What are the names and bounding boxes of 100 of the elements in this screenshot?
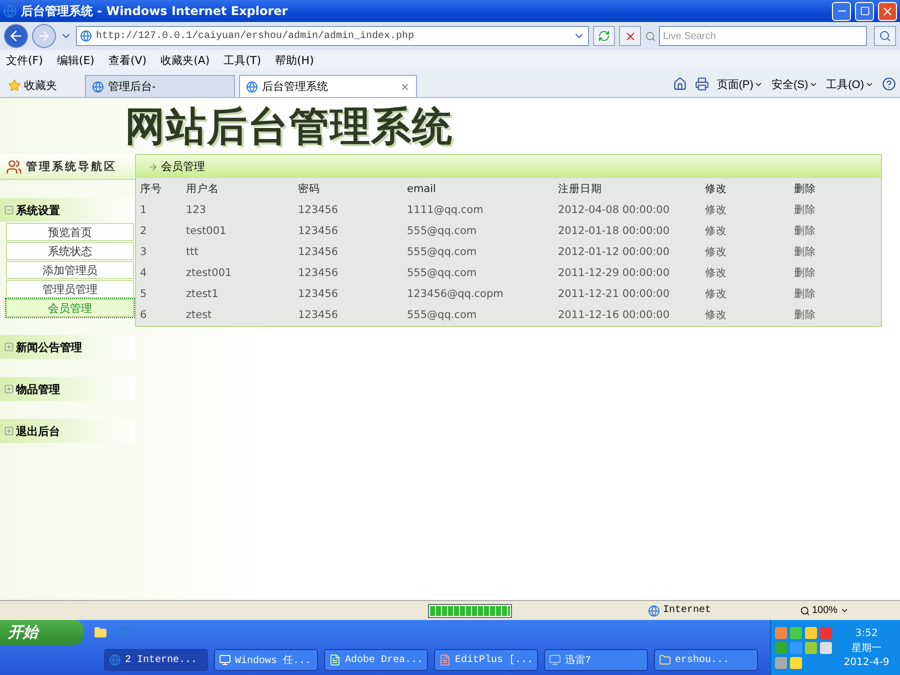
taskbar-button[interactable]: ershou... [654, 649, 758, 671]
back-button[interactable] [4, 24, 28, 48]
zone-label: Internet [648, 604, 758, 616]
forward-button[interactable] [32, 24, 56, 48]
table-cell-text: ztest001 [186, 266, 233, 280]
menu-item[interactable]: 收藏夹(A) [160, 52, 210, 68]
table-cell-text: 2011-12-29 00:00:00 [558, 266, 671, 280]
table-cell-text: 1 [140, 202, 148, 218]
panel-title: 会员管理 [161, 159, 205, 174]
search-field[interactable]: Live Search [659, 26, 867, 46]
table-cell-text: ztest1 [186, 286, 220, 302]
close-button[interactable] [878, 2, 897, 20]
tray-icon[interactable] [805, 642, 817, 654]
menu-item[interactable]: 帮助(H) [275, 52, 314, 68]
forward-icon [37, 29, 51, 43]
search-button[interactable] [874, 26, 896, 46]
home-icon [672, 77, 687, 91]
stop-button[interactable] [619, 26, 641, 46]
table-link[interactable]: 删除 [794, 283, 877, 304]
menu-item[interactable]: 查看(V) [108, 52, 147, 68]
table-cell-text: 123456 [298, 266, 340, 280]
taskbar-button[interactable]: EditPlus [... [434, 649, 538, 671]
nav-section[interactable]: 新闻公告管理 [0, 335, 135, 359]
table-link[interactable]: 修改 [705, 241, 794, 262]
table-cell-text: 555@qq.com [407, 244, 478, 260]
collapse-icon [4, 205, 14, 215]
command-menu[interactable]: 页面(P) [716, 76, 764, 92]
command-menu[interactable]: 工具(O) [826, 76, 874, 92]
nav-item[interactable]: 会员管理 [6, 299, 134, 317]
table-cell-text: 2012-01-18 00:00:00 [558, 224, 671, 238]
table-link[interactable]: 删除 [794, 199, 877, 220]
close-icon[interactable] [400, 82, 410, 92]
favorites-button[interactable]: 收藏夹 [4, 73, 61, 97]
minimize-button[interactable] [832, 2, 851, 20]
address-field[interactable]: http://127.0.0.1/caiyuan/ershou/admin/admin_index.php [76, 26, 589, 46]
table-link[interactable]: 修改 [705, 283, 794, 304]
nav-item[interactable]: 系统状态 [6, 242, 134, 260]
zoom-button[interactable]: 100% [794, 604, 855, 617]
printer-icon [694, 77, 709, 91]
tray-icon[interactable] [790, 656, 802, 668]
zoom-icon [800, 606, 810, 616]
nav-item[interactable]: 添加管理员 [6, 261, 134, 279]
help-button[interactable] [882, 77, 896, 91]
table-cell-text: 5 [140, 286, 148, 302]
table-link[interactable]: 修改 [705, 262, 794, 283]
table-link[interactable]: 修改 [705, 199, 794, 220]
column-header: 注册日期 [558, 182, 603, 196]
maximize-button[interactable] [855, 2, 874, 20]
maximize-icon [860, 6, 870, 16]
menu-item[interactable]: 编辑(E) [56, 52, 94, 68]
table-link[interactable]: 修改 [705, 220, 794, 241]
table-cell-text: 3 [140, 244, 148, 260]
nav-section[interactable]: 系统设置 [0, 198, 135, 222]
back-icon [8, 28, 24, 44]
document-icon [329, 654, 341, 666]
column-header: 删除 [794, 182, 817, 196]
search-icon [879, 30, 891, 42]
table-cell-text: 6 [140, 308, 148, 322]
table-cell-text: ttt [186, 244, 200, 260]
table-link[interactable]: 删除 [794, 262, 877, 283]
tray-icon[interactable] [805, 626, 817, 638]
table-cell-text: 2012-04-08 00:00:00 [558, 202, 671, 218]
table-cell-text: 2011-12-21 00:00:00 [558, 286, 671, 302]
nav-item[interactable]: 预览首页 [6, 223, 134, 241]
browser-tab[interactable]: 后台管理系统 [239, 75, 417, 97]
nav-section[interactable]: 退出后台 [0, 419, 135, 443]
print-button[interactable] [694, 77, 709, 91]
table-cell-text: 123456 [298, 244, 340, 260]
nav-item[interactable]: 管理员管理 [6, 280, 134, 298]
table-link[interactable]: 修改 [705, 304, 794, 325]
table-link[interactable]: 删除 [794, 241, 877, 262]
table-cell-text: ztest [186, 308, 213, 322]
nav-section[interactable]: 物品管理 [0, 377, 135, 401]
table-cell-text: 555@qq.com [407, 224, 478, 238]
window-title: 后台管理系统 - Windows Internet Explorer [21, 2, 289, 20]
taskbar-button[interactable]: Windows 任... [214, 649, 318, 671]
table-cell-text: 555@qq.com [407, 308, 478, 322]
monitor-icon [549, 654, 561, 666]
taskbar-button[interactable]: 2 Interne... [104, 649, 208, 671]
table-cell-text: 123456@qq.copm [407, 286, 504, 302]
nav-title: 管理系统导航区 [26, 159, 117, 174]
menu-item[interactable]: 文件(F) [6, 52, 43, 68]
folder-icon[interactable] [94, 626, 107, 639]
command-menu[interactable]: 安全(S) [771, 76, 818, 92]
table-cell-text: 123 [186, 202, 208, 218]
taskbar-button[interactable]: 迅雷7 [544, 649, 648, 671]
table-cell-text: 2011-12-16 00:00:00 [558, 308, 671, 322]
refresh-icon [598, 30, 610, 42]
refresh-button[interactable] [593, 26, 615, 46]
table-cell-text: test001 [186, 224, 228, 238]
users-icon [6, 158, 22, 174]
table-link[interactable]: 删除 [794, 304, 877, 325]
taskbar-button[interactable]: Adobe Drea... [324, 649, 428, 671]
home-button[interactable] [672, 77, 687, 91]
tray-icon[interactable] [820, 642, 832, 654]
column-header: 修改 [705, 182, 728, 196]
menu-item[interactable]: 工具(T) [224, 52, 261, 68]
browser-tab[interactable]: 管理后台- [85, 75, 235, 97]
clock-date: 2012-4-9 [844, 656, 890, 668]
table-link[interactable]: 删除 [794, 220, 877, 241]
